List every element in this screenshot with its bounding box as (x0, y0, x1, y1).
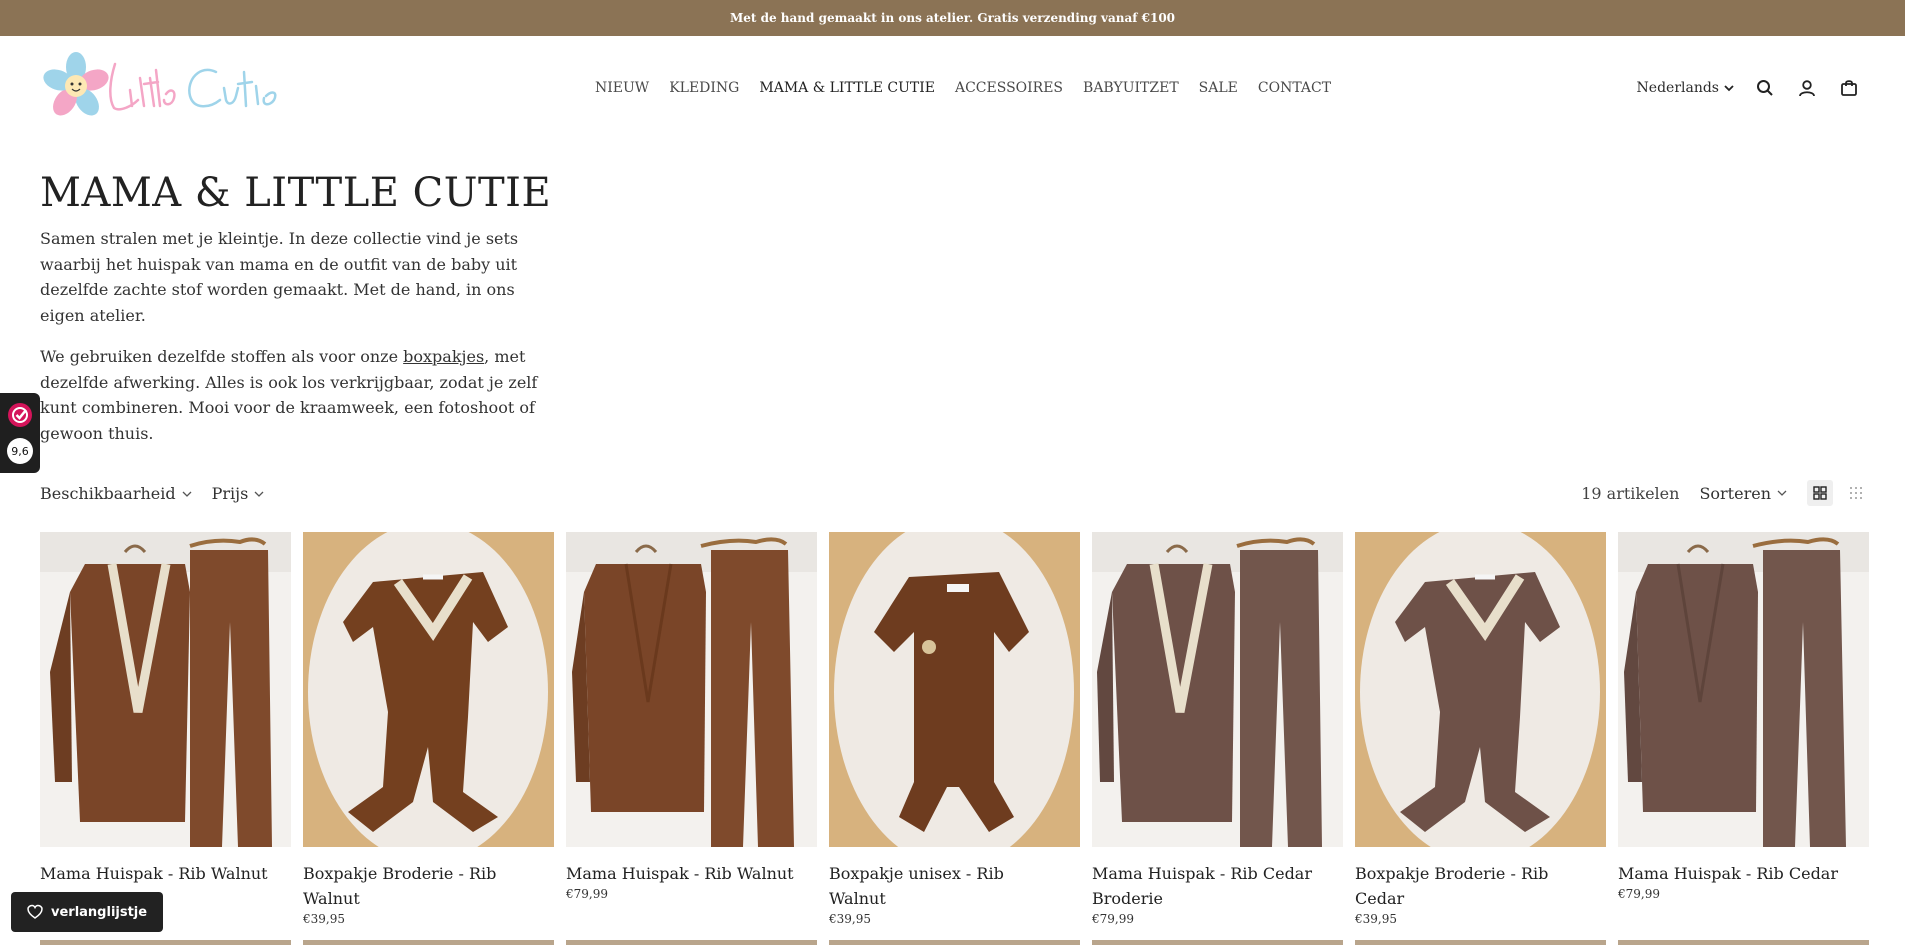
wishlist-label: verlanglijstje (51, 904, 148, 920)
search-icon (1757, 80, 1773, 96)
product-image[interactable] (1092, 532, 1343, 847)
product-card[interactable]: Boxpakje Broderie - Rib Cedar €39,95 (1355, 522, 1606, 926)
flower-icon (43, 52, 109, 116)
product-title[interactable]: Mama Huispak - Rib Cedar Broderie (1092, 861, 1343, 911)
product-image[interactable] (303, 522, 554, 862)
grid-2x2-icon (1813, 486, 1827, 500)
language-label: Nederlands (1636, 80, 1719, 96)
description-paragraph: Samen stralen met je kleintje. In deze c… (40, 229, 519, 325)
product-price: €39,95 (1355, 912, 1397, 926)
product-image-peek (303, 940, 554, 945)
grid-small-button[interactable] (1843, 480, 1869, 506)
product-price: €39,95 (829, 912, 871, 926)
filter-label: Beschikbaarheid (40, 484, 176, 503)
grid-3x3-icon (1850, 487, 1862, 499)
grid-large-button[interactable] (1807, 480, 1833, 506)
account-button[interactable] (1795, 76, 1819, 100)
price-filter[interactable]: Prijs (212, 484, 265, 503)
product-price: €79,99 (1092, 912, 1134, 926)
product-title[interactable]: Mama Huispak - Rib Cedar (1618, 861, 1869, 886)
nav-item-contact[interactable]: CONTACT (1258, 80, 1331, 96)
sort-dropdown[interactable]: Sorteren (1699, 484, 1787, 503)
view-toggle (1807, 480, 1869, 506)
product-price: €79,99 (566, 887, 608, 901)
page-title: MAMA & LITTLE CUTIE (40, 170, 552, 216)
filter-label: Prijs (211, 484, 249, 503)
product-count: 19 artikelen (1581, 483, 1680, 503)
product-price: €79,99 (1618, 887, 1660, 901)
announcement-text: Met de hand gemaakt in ons atelier. Grat… (729, 11, 1176, 25)
boxpakjes-link[interactable]: boxpakjes (403, 347, 484, 366)
heart-icon (27, 904, 43, 919)
cart-button[interactable] (1837, 76, 1861, 100)
review-badge[interactable]: 9,6 (0, 393, 40, 473)
product-image-peek (1355, 940, 1606, 945)
nav-item-babyuitzet[interactable]: BABYUITZET (1083, 80, 1179, 96)
announcement-bar: Met de hand gemaakt in ons atelier. Grat… (0, 0, 1905, 36)
site-header: NIEUW KLEDING MAMA & LITTLE CUTIE ACCESS… (0, 36, 1905, 142)
user-icon (1799, 80, 1815, 97)
collection-description: Samen stralen met je kleintje. In deze c… (40, 226, 540, 462)
nav-item-mama-little-cutie[interactable]: MAMA & LITTLE CUTIE (759, 80, 935, 96)
chevron-down-icon (1724, 85, 1734, 92)
bag-icon (1841, 80, 1857, 96)
product-card[interactable]: Mama Huispak - Rib Cedar Broderie €79,99 (1092, 532, 1343, 926)
product-image-peek (1618, 940, 1869, 945)
nav-item-sale[interactable]: SALE (1199, 80, 1238, 96)
product-grid: Mama Huispak - Rib Walnut Broderie Boxpa… (40, 517, 1870, 926)
main-nav: NIEUW KLEDING MAMA & LITTLE CUTIE ACCESS… (595, 80, 1331, 96)
product-image-peek (829, 940, 1080, 945)
product-card[interactable]: Mama Huispak - Rib Walnut Broderie (40, 532, 291, 926)
sort-label: Sorteren (1699, 483, 1771, 503)
product-image[interactable] (1355, 522, 1606, 862)
product-card[interactable]: Boxpakje Broderie - Rib Walnut €39,95 (303, 522, 554, 926)
product-image-peek (1092, 940, 1343, 945)
product-image-peek (40, 940, 291, 945)
nav-item-accessoires[interactable]: ACCESSOIRES (955, 80, 1063, 96)
chevron-down-icon (254, 491, 264, 497)
product-image[interactable] (566, 532, 817, 847)
wishlist-button[interactable]: verlanglijstje (11, 892, 164, 932)
description-paragraph: We gebruiken dezelfde stoffen als voor o… (40, 344, 540, 446)
nav-item-kleding[interactable]: KLEDING (669, 80, 739, 96)
collection-toolbar: 19 artikelen Sorteren (1581, 480, 1869, 506)
chevron-down-icon (1777, 490, 1787, 496)
logo[interactable] (40, 50, 292, 122)
chevron-down-icon (182, 491, 192, 497)
search-button[interactable] (1753, 76, 1777, 100)
product-card[interactable]: Mama Huispak - Rib Walnut €79,99 (566, 532, 817, 926)
product-image[interactable] (1618, 532, 1869, 847)
product-title[interactable]: Mama Huispak - Rib Walnut (566, 861, 817, 886)
product-image[interactable] (829, 517, 1080, 867)
availability-filter[interactable]: Beschikbaarheid (40, 484, 192, 503)
product-title[interactable]: Boxpakje Broderie - Rib Walnut (303, 861, 554, 911)
product-card[interactable]: Mama Huispak - Rib Cedar €79,99 (1618, 532, 1869, 926)
product-grid-row-2 (40, 940, 1870, 945)
review-score: 9,6 (7, 438, 33, 464)
header-tools: Nederlands (1637, 76, 1861, 100)
description-text: We gebruiken dezelfde stoffen als voor o… (40, 347, 404, 366)
product-image[interactable] (40, 532, 291, 847)
product-price: €39,95 (303, 912, 345, 926)
nav-item-nieuw[interactable]: NIEUW (595, 80, 649, 96)
product-title[interactable]: Boxpakje unisex - Rib Walnut (829, 861, 1080, 911)
trust-check-icon (8, 403, 32, 427)
product-card[interactable]: Boxpakje unisex - Rib Walnut €39,95 (829, 517, 1080, 926)
product-title[interactable]: Boxpakje Broderie - Rib Cedar (1355, 861, 1606, 911)
product-image-peek (566, 940, 817, 945)
filter-bar: Beschikbaarheid Prijs (40, 484, 264, 503)
language-selector[interactable]: Nederlands (1637, 80, 1735, 96)
